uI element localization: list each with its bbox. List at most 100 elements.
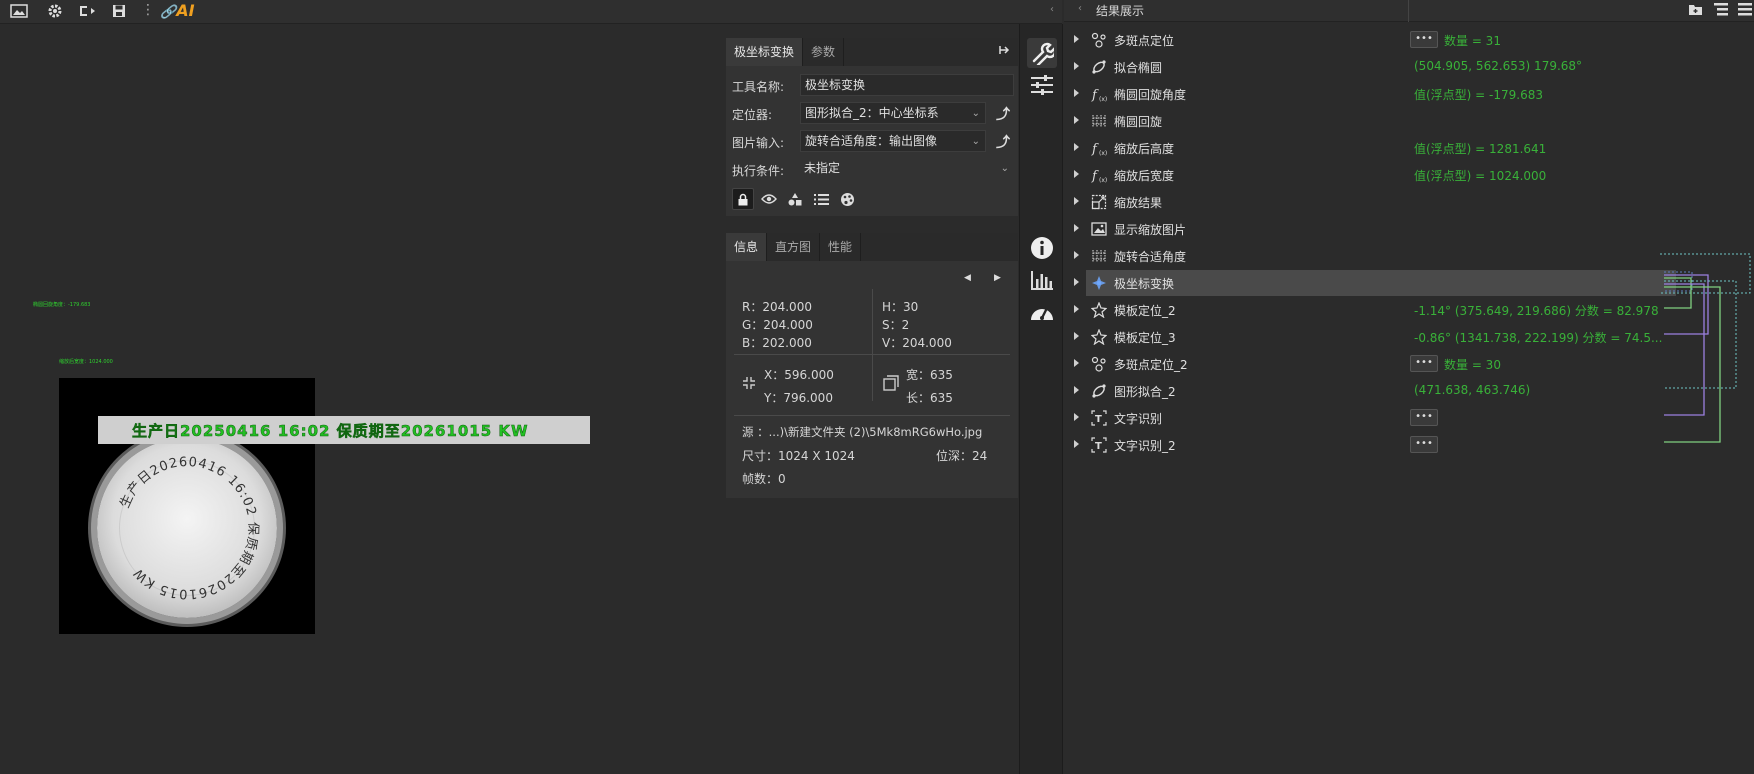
- expand-arrow-icon[interactable]: [1074, 440, 1079, 448]
- expand-arrow-icon[interactable]: [1074, 143, 1079, 151]
- expand-arrow-icon[interactable]: [1074, 359, 1079, 367]
- more-button[interactable]: •••: [1410, 409, 1438, 426]
- expand-arrow-icon[interactable]: [1074, 224, 1079, 232]
- palette-icon[interactable]: [836, 188, 858, 210]
- result-row[interactable]: 显示缩放图片: [1064, 216, 1754, 243]
- results-title: 结果展示: [1096, 4, 1145, 18]
- result-row[interactable]: 椭圆回旋: [1064, 108, 1754, 135]
- expand-arrow-icon[interactable]: [1074, 89, 1079, 97]
- ai-label: AI: [176, 1, 195, 20]
- result-value: 数量 = 30: [1444, 358, 1501, 372]
- svg-text:T: T: [1095, 414, 1102, 425]
- result-row[interactable]: T 文字识别_2 •••: [1064, 432, 1754, 459]
- svg-text:f: f: [1091, 88, 1099, 102]
- more-button[interactable]: •••: [1410, 31, 1438, 48]
- picture-icon: [1091, 221, 1107, 237]
- hsv-s: S：2: [882, 318, 910, 332]
- list-icon[interactable]: [810, 188, 832, 210]
- link-icon: 🔗: [160, 5, 177, 20]
- function-icon: f (x): [1091, 140, 1107, 156]
- locator-select[interactable]: 图形拟合_2：中心坐标系 ⌄: [800, 102, 986, 124]
- shapes-icon[interactable]: [784, 188, 806, 210]
- next-arrow-icon[interactable]: ▶: [994, 273, 1001, 283]
- result-row[interactable]: f (x) 缩放后宽度 值(浮点型) = 1024.000: [1064, 162, 1754, 189]
- expand-arrow-icon[interactable]: [1074, 197, 1079, 205]
- svg-text:(x): (x): [1099, 150, 1107, 156]
- prev-arrow-icon[interactable]: ◀: [964, 273, 971, 283]
- condition-select[interactable]: 未指定 ⌄: [800, 158, 1014, 180]
- eye-icon[interactable]: [758, 188, 780, 210]
- tab-info[interactable]: 信息: [726, 233, 768, 261]
- expand-arrow-icon[interactable]: [1074, 116, 1079, 124]
- result-row[interactable]: 极坐标变换: [1064, 270, 1754, 297]
- ai-tool-button[interactable]: 🔗AI: [160, 1, 195, 20]
- gear-icon[interactable]: [42, 0, 68, 22]
- expand-arrow-icon[interactable]: [1074, 251, 1079, 259]
- svg-text:生产日20260416 16:02 保质期至20261015: 生产日20260416 16:02 保质期至20261015 KW: [118, 455, 260, 601]
- histogram-icon[interactable]: [1027, 265, 1057, 295]
- tab-params[interactable]: 参数: [803, 38, 845, 66]
- gauge-icon[interactable]: [1027, 297, 1057, 327]
- link-up-icon[interactable]: ⤴: [996, 104, 1010, 124]
- tool-name-input[interactable]: 极坐标变换: [800, 74, 1014, 96]
- menu-icon[interactable]: [1738, 3, 1752, 19]
- result-row[interactable]: f (x) 椭圆回旋角度 值(浮点型) = -179.683: [1064, 81, 1754, 108]
- tool-property-panel: 极坐标变换 参数 工具名称: 极坐标变换 定位器: 图形拟合_2：中心坐标系 ⌄ …: [726, 38, 1018, 216]
- rotate-grid-icon: [1091, 248, 1107, 264]
- tree-view-icon[interactable]: [1714, 3, 1728, 19]
- result-row[interactable]: 缩放结果: [1064, 189, 1754, 216]
- svg-text:f: f: [1091, 142, 1099, 156]
- image-icon[interactable]: [6, 0, 32, 22]
- link-up-icon[interactable]: ⤴: [996, 132, 1010, 152]
- result-row[interactable]: 多斑点定位 ••• 数量 = 31: [1064, 27, 1754, 54]
- expand-arrow-icon[interactable]: [1074, 332, 1079, 340]
- expand-arrow-icon[interactable]: [1074, 62, 1079, 70]
- result-row[interactable]: f (x) 缩放后高度 值(浮点型) = 1281.641: [1064, 135, 1754, 162]
- save-icon[interactable]: [106, 0, 132, 22]
- tab-histogram[interactable]: 直方图: [767, 233, 821, 261]
- result-row[interactable]: 模板定位_3 -0.86° (1341.738, 222.199) 分数 = 74…: [1064, 324, 1754, 351]
- expand-arrow-icon[interactable]: [1074, 170, 1079, 178]
- image-input-select[interactable]: 旋转合适角度：输出图像 ⌄: [800, 130, 986, 152]
- result-value: (471.638, 463.746): [1414, 383, 1531, 397]
- lock-icon[interactable]: [732, 188, 754, 210]
- pin-icon[interactable]: [998, 44, 1010, 59]
- wrench-icon[interactable]: [1027, 38, 1057, 68]
- more-icon[interactable]: ⋮: [141, 2, 155, 18]
- result-name: 缩放结果: [1114, 196, 1163, 210]
- crosshair-icon: [742, 376, 756, 393]
- result-row[interactable]: T 文字识别 •••: [1064, 405, 1754, 432]
- chevron-down-icon: ⌄: [971, 136, 980, 147]
- info-tabs: 信息 直方图 性能: [726, 233, 1018, 261]
- more-button[interactable]: •••: [1410, 436, 1438, 453]
- result-row[interactable]: 图形拟合_2 (471.638, 463.746): [1064, 378, 1754, 405]
- field-label: 执行条件:: [732, 164, 785, 178]
- result-row[interactable]: 旋转合适角度: [1064, 243, 1754, 270]
- export-icon[interactable]: [74, 0, 100, 22]
- ocr-icon: T: [1091, 410, 1107, 426]
- result-row[interactable]: 多斑点定位_2 ••• 数量 = 30: [1064, 351, 1754, 378]
- tab-tool-name[interactable]: 极坐标变换: [726, 38, 804, 66]
- result-name: 缩放后宽度: [1114, 169, 1175, 183]
- result-name: 椭圆回旋: [1114, 115, 1163, 129]
- tab-performance[interactable]: 性能: [820, 233, 862, 261]
- sliders-icon[interactable]: [1027, 70, 1057, 100]
- expand-arrow-icon[interactable]: [1074, 305, 1079, 313]
- result-row[interactable]: 模板定位_2 -1.14° (375.649, 219.686) 分数 = 82.…: [1064, 297, 1754, 324]
- main-toolbar: ⋮ 🔗AI ‹: [0, 0, 1062, 24]
- result-row[interactable]: 拟合椭圆 (504.905, 562.653) 179.68°: [1064, 54, 1754, 81]
- chevron-down-icon: ⌄: [1000, 163, 1009, 174]
- collapse-left-icon[interactable]: ‹: [1078, 3, 1082, 14]
- expand-arrow-icon[interactable]: [1074, 386, 1079, 394]
- overlay-text-angle: 椭圆回旋角度：-179.683: [33, 302, 91, 308]
- expand-arrow-icon[interactable]: [1074, 278, 1079, 286]
- side-icon-strip: [1019, 24, 1063, 774]
- expand-arrow-icon[interactable]: [1074, 413, 1079, 421]
- more-button[interactable]: •••: [1410, 355, 1438, 372]
- expand-arrow-icon[interactable]: [1074, 35, 1079, 43]
- info-icon[interactable]: [1027, 233, 1057, 263]
- multi-blob-icon: [1091, 356, 1107, 372]
- svg-text:(x): (x): [1099, 177, 1107, 183]
- add-folder-icon[interactable]: [1688, 3, 1703, 19]
- collapse-icon[interactable]: ‹: [1050, 4, 1054, 15]
